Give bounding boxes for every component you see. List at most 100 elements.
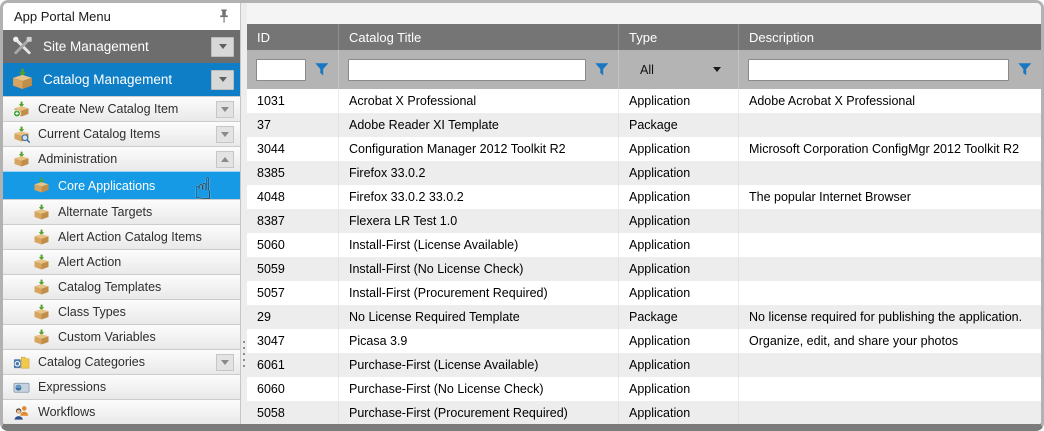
- cell-id: 5060: [247, 233, 339, 257]
- sidebar-splitter[interactable]: [240, 3, 247, 424]
- title-filter-funnel-icon[interactable]: [595, 63, 609, 76]
- expand-down-button[interactable]: [216, 354, 234, 371]
- package-plus-icon: [13, 101, 30, 118]
- table-row[interactable]: 37Adobe Reader XI TemplatePackage: [247, 113, 1041, 137]
- table-row[interactable]: 3047Picasa 3.9ApplicationOrganize, edit,…: [247, 329, 1041, 353]
- sidebar-item-alert-action[interactable]: Alert Action: [3, 249, 240, 274]
- type-filter-dropdown[interactable]: All: [628, 63, 729, 77]
- chevron-down-icon: [221, 132, 229, 141]
- cell-id: 5058: [247, 401, 339, 424]
- sidebar-item-expressions[interactable]: Expressions: [3, 374, 240, 399]
- package-icon: [33, 177, 50, 194]
- sidebar-item-label: Catalog Management: [43, 72, 172, 87]
- id-filter-funnel-icon[interactable]: [315, 63, 329, 76]
- id-filter-input[interactable]: [256, 59, 306, 81]
- type-filter-cell: All: [619, 50, 739, 89]
- cell-description: No license required for publishing the a…: [739, 305, 1041, 329]
- sidebar-item-current-catalog-items[interactable]: Current Catalog Items: [3, 121, 240, 146]
- workflows-icon: [13, 404, 30, 421]
- sidebar-item-label: Core Applications: [58, 179, 155, 193]
- cell-type: Application: [619, 281, 739, 305]
- sidebar-item-catalog-categories[interactable]: Catalog Categories: [3, 349, 240, 374]
- package-icon: [33, 204, 50, 221]
- sidebar-item-custom-variables[interactable]: Custom Variables: [3, 324, 240, 349]
- cell-description: [739, 161, 1041, 185]
- table-row[interactable]: 5058Purchase-First (Procurement Required…: [247, 401, 1041, 424]
- cell-title: Install-First (License Available): [339, 233, 619, 257]
- cell-title: Acrobat X Professional: [339, 89, 619, 113]
- column-header-catalog-title[interactable]: Catalog Title: [339, 24, 619, 50]
- sidebar-group-site-management[interactable]: Site Management: [3, 30, 240, 63]
- table-row[interactable]: 3044Configuration Manager 2012 Toolkit R…: [247, 137, 1041, 161]
- sidebar-item-create-new-catalog-item[interactable]: Create New Catalog Item: [3, 96, 240, 121]
- table-row[interactable]: 1031Acrobat X ProfessionalApplicationAdo…: [247, 89, 1041, 113]
- sidebar-item-label: Alert Action Catalog Items: [58, 230, 202, 244]
- table-row[interactable]: 6061Purchase-First (License Available)Ap…: [247, 353, 1041, 377]
- cell-title: Configuration Manager 2012 Toolkit R2: [339, 137, 619, 161]
- cell-id: 8385: [247, 161, 339, 185]
- column-header-type[interactable]: Type: [619, 24, 739, 50]
- chevron-down-icon: [219, 77, 227, 86]
- cell-title: Purchase-First (Procurement Required): [339, 401, 619, 424]
- cell-description: The popular Internet Browser: [739, 185, 1041, 209]
- expand-down-button[interactable]: [216, 101, 234, 118]
- column-header-description[interactable]: Description: [739, 24, 1041, 50]
- sidebar-item-label: Site Management: [43, 39, 149, 54]
- sidebar-item-label: Alert Action: [58, 255, 121, 269]
- expand-down-button[interactable]: [211, 37, 234, 57]
- description-filter-input[interactable]: [748, 59, 1009, 81]
- table-row[interactable]: 8387Flexera LR Test 1.0Application: [247, 209, 1041, 233]
- table-row[interactable]: 5057Install-First (Procurement Required)…: [247, 281, 1041, 305]
- expand-down-button[interactable]: [211, 70, 234, 90]
- pin-icon[interactable]: [218, 9, 230, 24]
- cell-id: 8387: [247, 209, 339, 233]
- table-row[interactable]: 6060Purchase-First (No License Check)App…: [247, 377, 1041, 401]
- cell-description: [739, 113, 1041, 137]
- package-icon: [33, 304, 50, 321]
- cell-id: 4048: [247, 185, 339, 209]
- title-filter-cell: [339, 50, 619, 89]
- description-filter-funnel-icon[interactable]: [1018, 63, 1032, 76]
- cell-type: Application: [619, 377, 739, 401]
- cell-title: Install-First (No License Check): [339, 257, 619, 281]
- cell-title: Picasa 3.9: [339, 329, 619, 353]
- cell-id: 1031: [247, 89, 339, 113]
- expand-down-button[interactable]: [216, 126, 234, 143]
- table-row[interactable]: 5059Install-First (No License Check)Appl…: [247, 257, 1041, 281]
- sidebar-item-workflows[interactable]: Workflows: [3, 399, 240, 424]
- sidebar-item-alternate-targets[interactable]: Alternate Targets: [3, 199, 240, 224]
- sidebar-item-label: Custom Variables: [58, 330, 156, 344]
- cell-type: Application: [619, 161, 739, 185]
- table-row[interactable]: 5060Install-First (License Available)App…: [247, 233, 1041, 257]
- sidebar-item-core-applications[interactable]: Core Applications: [3, 171, 240, 199]
- sidebar-item-class-types[interactable]: Class Types: [3, 299, 240, 324]
- id-filter-cell: [247, 50, 339, 89]
- splitter-grip-icon: [243, 341, 245, 367]
- sidebar-item-label: Expressions: [38, 380, 106, 394]
- cell-description: Microsoft Corporation ConfigMgr 2012 Too…: [739, 137, 1041, 161]
- table-row[interactable]: 4048Firefox 33.0.2 33.0.2ApplicationThe …: [247, 185, 1041, 209]
- sidebar-item-administration[interactable]: Administration: [3, 146, 240, 171]
- table-row[interactable]: 29No License Required TemplatePackageNo …: [247, 305, 1041, 329]
- cell-description: [739, 209, 1041, 233]
- app-portal-window: App Portal Menu Site ManagementCatalog M…: [0, 0, 1044, 431]
- cell-type: Package: [619, 113, 739, 137]
- sidebar-group-catalog-management[interactable]: Catalog Management: [3, 63, 240, 96]
- package-icon: [33, 229, 50, 246]
- chevron-down-icon: [221, 107, 229, 116]
- title-filter-input[interactable]: [348, 59, 586, 81]
- sidebar-item-catalog-templates[interactable]: Catalog Templates: [3, 274, 240, 299]
- cell-type: Application: [619, 137, 739, 161]
- cell-title: Firefox 33.0.2 33.0.2: [339, 185, 619, 209]
- table-row[interactable]: 8385Firefox 33.0.2Application: [247, 161, 1041, 185]
- tools-icon: [11, 35, 34, 58]
- cell-description: Adobe Acrobat X Professional: [739, 89, 1041, 113]
- cell-id: 5057: [247, 281, 339, 305]
- table-filter-row: All: [247, 50, 1041, 89]
- cell-id: 37: [247, 113, 339, 137]
- cell-description: [739, 353, 1041, 377]
- column-header-id[interactable]: ID: [247, 24, 339, 50]
- sidebar-item-alert-action-catalog-items[interactable]: Alert Action Catalog Items: [3, 224, 240, 249]
- cell-id: 3047: [247, 329, 339, 353]
- expand-up-button[interactable]: [216, 151, 234, 168]
